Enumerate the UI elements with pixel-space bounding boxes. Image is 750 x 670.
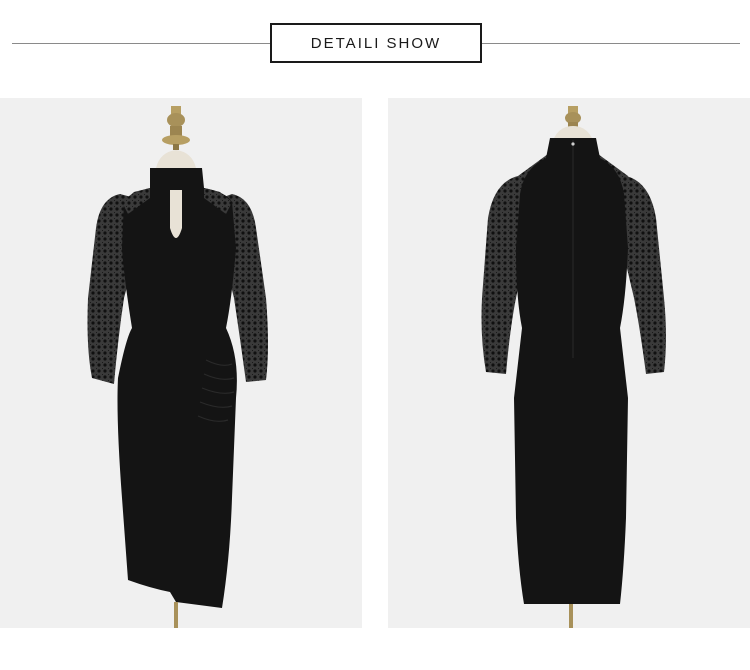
mannequin-stand bbox=[174, 602, 178, 628]
dress-front-photo bbox=[0, 98, 362, 628]
title-box: DETAILI SHOW bbox=[270, 23, 482, 63]
mannequin-neck bbox=[554, 126, 592, 138]
dress-back-illustration bbox=[481, 106, 666, 628]
header-rule-left bbox=[12, 43, 270, 44]
dress-back-photo bbox=[388, 98, 750, 628]
section-header: DETAILI SHOW bbox=[0, 0, 750, 80]
dress-front-illustration bbox=[87, 106, 268, 628]
mannequin-neck bbox=[156, 150, 196, 168]
section-title: DETAILI SHOW bbox=[310, 34, 442, 52]
header-rule-right bbox=[482, 43, 740, 44]
mannequin-stand bbox=[569, 604, 573, 628]
mannequin-finial bbox=[162, 106, 190, 150]
